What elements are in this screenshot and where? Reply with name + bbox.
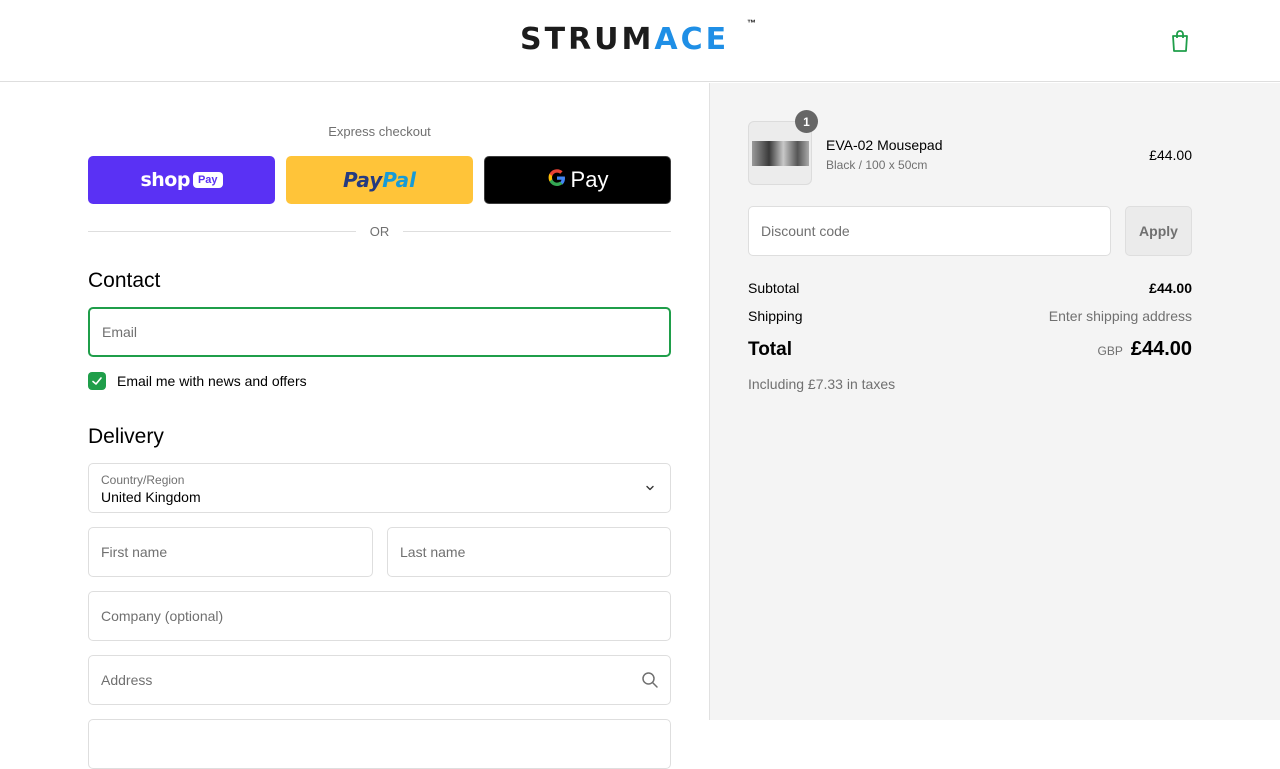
shipping-value: Enter shipping address: [1048, 308, 1192, 324]
currency-code: GBP: [1097, 344, 1123, 358]
newsletter-label: Email me with news and offers: [117, 373, 307, 389]
country-label: Country/Region: [101, 473, 185, 487]
google-g-icon: [547, 168, 567, 193]
subtotal-label: Subtotal: [748, 280, 800, 296]
shopping-bag-icon[interactable]: [1168, 28, 1192, 54]
checkout-form: Express checkout shop Pay PayPal Pay OR …: [0, 83, 709, 769]
company-field[interactable]: [88, 591, 671, 641]
total-value-group: GBP £44.00: [1097, 338, 1192, 361]
country-select[interactable]: Country/Region United Kingdom: [88, 463, 671, 513]
first-name-field[interactable]: [88, 527, 373, 577]
express-checkout-label: Express checkout: [328, 124, 431, 139]
address-input[interactable]: [89, 656, 670, 704]
or-divider: OR: [88, 223, 671, 241]
newsletter-checkbox[interactable]: [88, 372, 106, 390]
site-header: STRUMACE ™: [0, 0, 1280, 82]
address-field[interactable]: [88, 655, 671, 705]
paypal-word-part1: Pay: [342, 168, 383, 192]
company-input[interactable]: [89, 592, 670, 640]
order-summary: 1 EVA-02 Mousepad Black / 100 x 50cm £44…: [709, 83, 1280, 720]
taxes-note: Including £7.33 in taxes: [748, 376, 896, 392]
total-amount: £44.00: [1130, 338, 1192, 360]
product-price: £44.00: [1149, 147, 1192, 163]
paypal-word-part2: Pal: [382, 168, 417, 192]
checkmark-icon: [92, 377, 102, 385]
delivery-heading: Delivery: [88, 425, 164, 448]
shop-pay-badge: Pay: [192, 172, 223, 188]
product-name: EVA-02 Mousepad: [826, 137, 943, 153]
shop-pay-button[interactable]: shop Pay: [88, 156, 275, 204]
first-name-input[interactable]: [89, 528, 372, 576]
email-input[interactable]: [90, 309, 669, 355]
total-label: Total: [748, 339, 792, 360]
logo-text-main: STRUM: [520, 22, 655, 57]
next-address-field[interactable]: [88, 719, 671, 769]
quantity-badge: 1: [795, 110, 818, 133]
shop-pay-word: shop: [140, 169, 190, 191]
search-icon: [642, 672, 658, 688]
paypal-button[interactable]: PayPal: [286, 156, 473, 204]
apply-discount-button[interactable]: Apply: [1125, 206, 1192, 256]
email-field[interactable]: [88, 307, 671, 357]
product-variant: Black / 100 x 50cm: [826, 158, 928, 172]
country-value: United Kingdom: [101, 489, 201, 505]
newsletter-option[interactable]: Email me with news and offers: [88, 372, 307, 390]
contact-heading: Contact: [88, 269, 161, 292]
chevron-down-icon: [646, 485, 654, 491]
shipping-label: Shipping: [748, 308, 803, 324]
google-pay-button[interactable]: Pay: [484, 156, 671, 204]
discount-code-input[interactable]: [749, 207, 1110, 255]
product-image: [752, 141, 809, 166]
or-label: OR: [369, 224, 390, 239]
last-name-field[interactable]: [387, 527, 671, 577]
logo-text-accent: ACE: [654, 22, 730, 57]
subtotal-value: £44.00: [1149, 280, 1192, 296]
google-pay-word: Pay: [570, 167, 609, 192]
strumace-logo[interactable]: STRUMACE ™: [520, 18, 760, 58]
discount-code-field[interactable]: [748, 206, 1111, 256]
logo-trademark: ™: [747, 18, 756, 28]
last-name-input[interactable]: [388, 528, 670, 576]
